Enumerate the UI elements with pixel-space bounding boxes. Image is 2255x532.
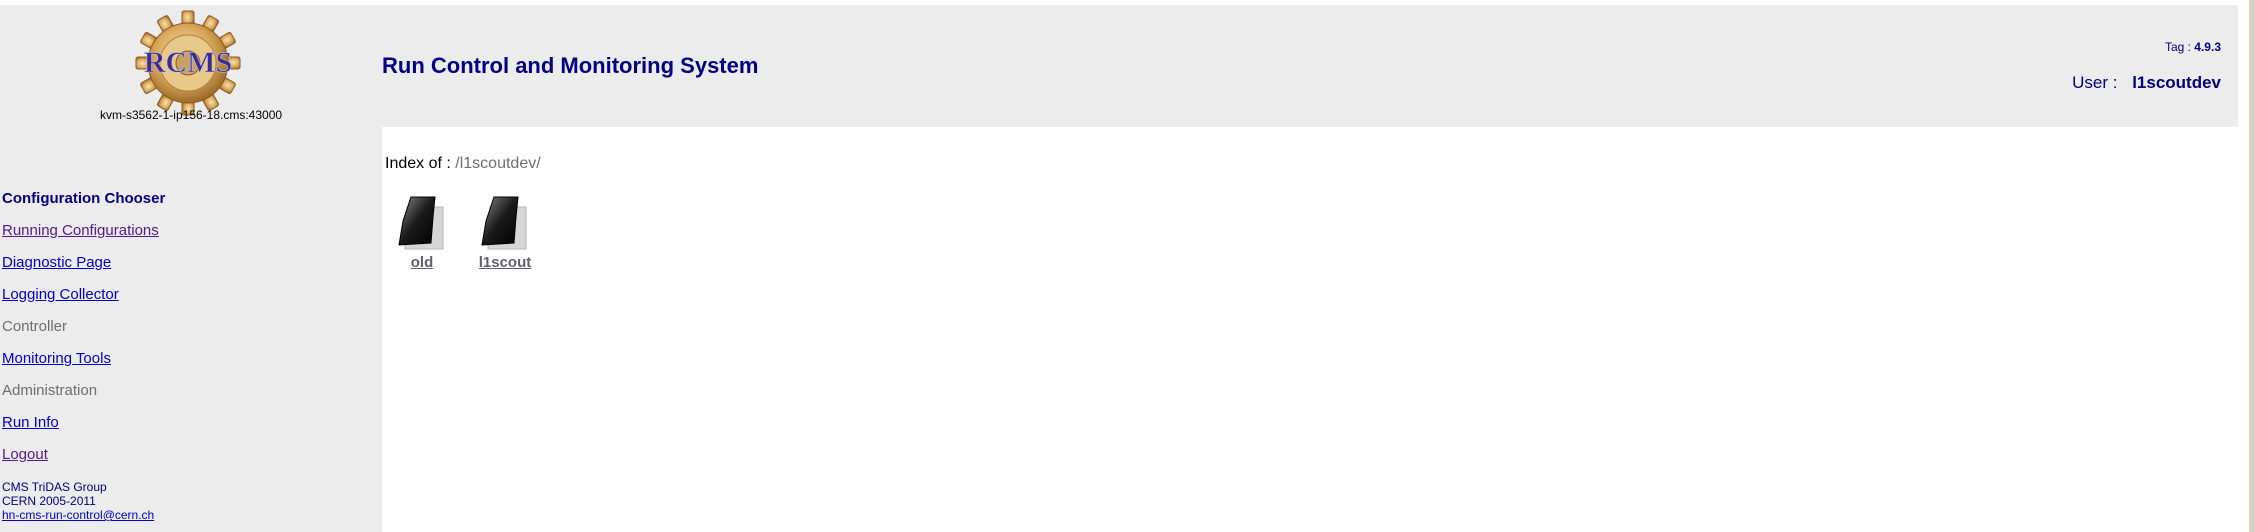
sidebar-item-running-configurations[interactable]: Running Configurations (2, 222, 159, 239)
footer-group: CMS TriDAS Group (2, 480, 107, 494)
folder-l1scout[interactable]: l1scout (475, 193, 535, 271)
folder-icon (398, 196, 444, 250)
sidebar-item-controller: Controller (2, 318, 68, 335)
footer-copyright: CERN 2005-2011 (2, 494, 96, 508)
sidebar: Configuration Chooser Running Configurat… (0, 127, 382, 532)
sidebar-item-logout[interactable]: Logout (2, 446, 48, 463)
folder-old[interactable]: old (392, 193, 452, 271)
sidebar-item-diagnostic-page[interactable]: Diagnostic Page (2, 254, 111, 271)
host-address: kvm-s3562-1-ip156-18.cms:43000 (99, 108, 283, 122)
tag-value: 4.9.3 (2194, 40, 2221, 54)
sidebar-item-logging-collector[interactable]: Logging Collector (2, 286, 119, 303)
sidebar-item-administration: Administration (2, 382, 98, 399)
header: RCMS kvm-s3562-1-ip156-18.cms:43000 Run … (0, 5, 2238, 127)
sidebar-heading: Configuration Chooser (2, 190, 166, 207)
page-title: Run Control and Monitoring System (382, 53, 759, 78)
main-content: Index of : /l1scoutdev/ old l1scout (382, 127, 2238, 532)
tag-label: Tag : (2164, 40, 2191, 54)
page: RCMS kvm-s3562-1-ip156-18.cms:43000 Run … (0, 0, 2255, 532)
user-name: l1scoutdev (2132, 73, 2221, 92)
folder-icon (481, 196, 527, 250)
rcms-logo: RCMS (135, 10, 241, 116)
folder-label-l1scout[interactable]: l1scout (475, 254, 535, 271)
footer-email-link[interactable]: hn-cms-run-control@cern.ch (2, 508, 154, 522)
sidebar-item-run-info[interactable]: Run Info (2, 414, 59, 431)
sidebar-item-monitoring-tools[interactable]: Monitoring Tools (2, 350, 111, 367)
index-label: Index of : (385, 155, 451, 172)
folder-label-old[interactable]: old (392, 254, 452, 271)
version-tag: Tag : 4.9.3 (2165, 40, 2221, 54)
user-info: User : l1scoutdev (2072, 73, 2221, 93)
logo-text: RCMS (144, 46, 232, 79)
index-heading: Index of : /l1scoutdev/ (385, 155, 541, 173)
index-path: /l1scoutdev/ (455, 155, 541, 172)
sidebar-footer: CMS TriDAS Group CERN 2005-2011 hn-cms-r… (2, 480, 154, 522)
window-edge (2249, 0, 2255, 532)
user-label: User : (2072, 73, 2118, 92)
